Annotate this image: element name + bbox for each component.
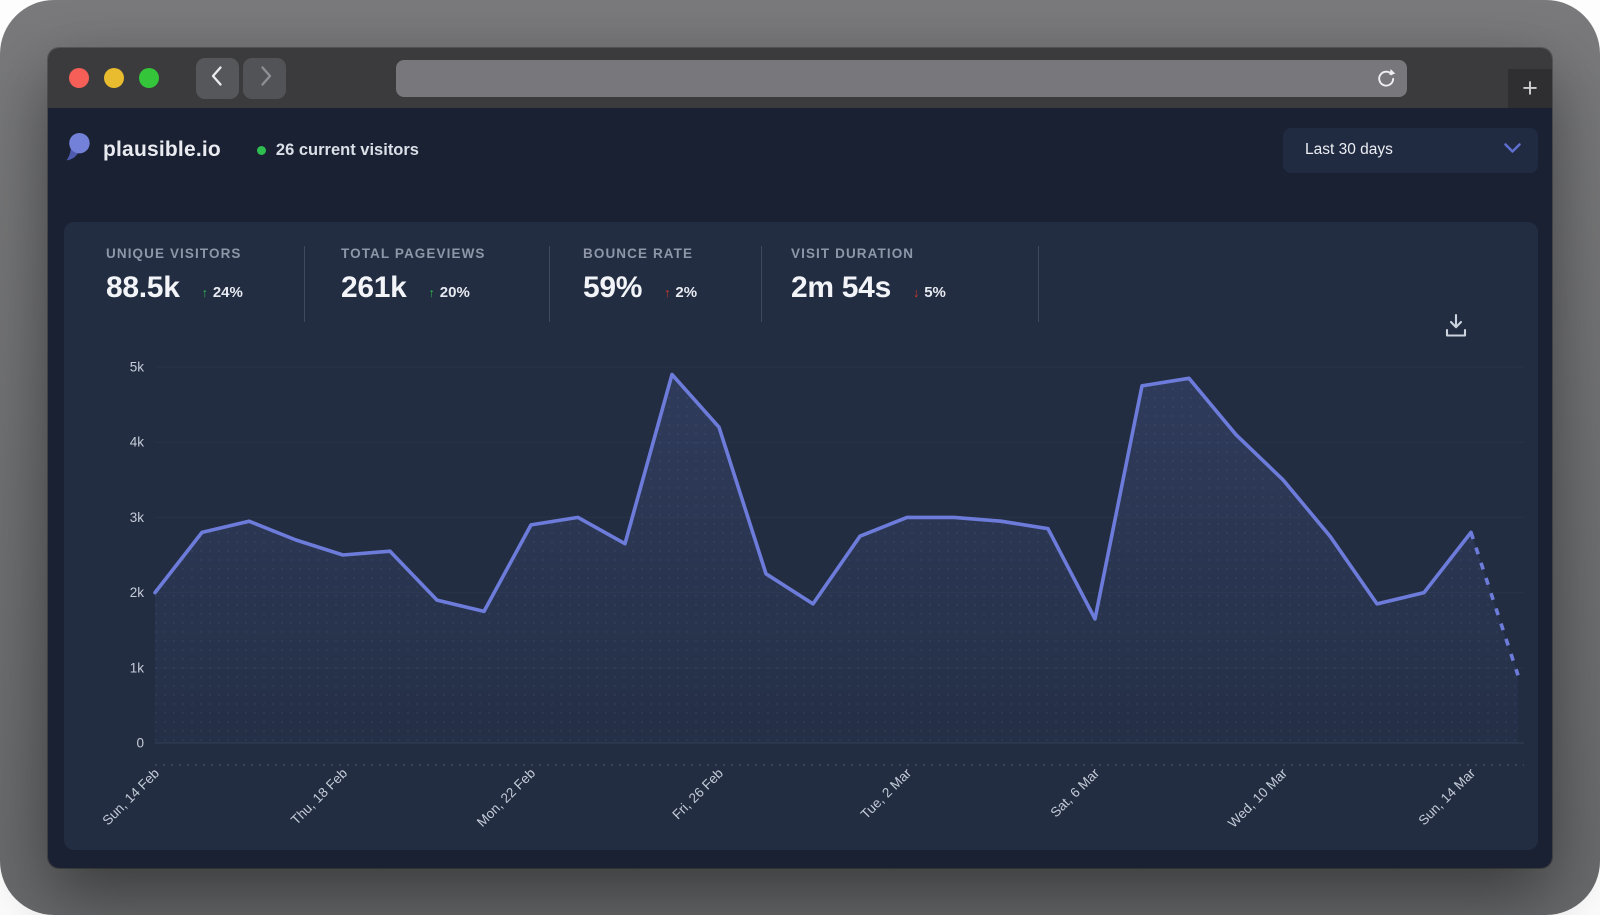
new-tab-button[interactable]: + (1508, 69, 1552, 108)
svg-text:Sun, 14 Feb: Sun, 14 Feb (99, 766, 162, 829)
stat-unique-visitors[interactable]: UNIQUE VISITORS 88.5k ↑24% (106, 246, 304, 322)
back-button[interactable] (196, 58, 239, 99)
stat-value: 59% (583, 271, 642, 305)
stat-divider (1038, 246, 1039, 322)
close-window-button[interactable] (69, 68, 89, 88)
plausible-logo-icon (64, 132, 91, 168)
chevron-right-icon (254, 64, 276, 93)
svg-text:3k: 3k (130, 510, 145, 525)
download-icon (1444, 326, 1468, 343)
down-arrow-icon: ↓ (913, 286, 919, 300)
dashboard-page: plausible.io 26 current visitors Last 30… (48, 108, 1552, 868)
browser-window: + plausible.io 26 current visitors (48, 48, 1552, 868)
svg-text:5k: 5k (130, 360, 145, 375)
up-arrow-icon: ↑ (664, 286, 670, 300)
current-visitors[interactable]: 26 current visitors (257, 141, 419, 160)
svg-text:Sat, 6 Mar: Sat, 6 Mar (1047, 765, 1102, 820)
stat-delta: ↓5% (913, 284, 946, 301)
visitors-chart: 5k 4k 3k 2k 1k 0 Sun, 14 Feb Thu, 18 Feb Mon, 22… (64, 342, 1538, 850)
export-download-button[interactable] (1444, 312, 1468, 344)
stat-delta: ↑24% (202, 284, 243, 301)
current-visitors-label: 26 current visitors (276, 141, 419, 160)
site-name: plausible.io (103, 138, 221, 162)
chevron-down-icon (1504, 141, 1521, 159)
stat-total-pageviews[interactable]: TOTAL PAGEVIEWS 261k ↑20% (305, 246, 549, 322)
visitors-chart-svg: 5k 4k 3k 2k 1k 0 Sun, 14 Feb Thu, 18 Feb Mon, 22… (64, 342, 1538, 850)
stat-label: BOUNCE RATE (583, 246, 761, 261)
address-bar[interactable] (396, 60, 1407, 97)
dashboard-header: plausible.io 26 current visitors Last 30… (48, 108, 1552, 192)
svg-text:Fri, 26 Feb: Fri, 26 Feb (669, 766, 726, 823)
up-arrow-icon: ↑ (202, 286, 208, 300)
stat-value: 2m 54s (791, 271, 891, 305)
forward-button[interactable] (243, 58, 286, 99)
svg-text:0: 0 (136, 736, 144, 751)
stat-label: TOTAL PAGEVIEWS (341, 246, 549, 261)
desktop-background: + plausible.io 26 current visitors (0, 0, 1600, 915)
svg-text:Thu, 18 Feb: Thu, 18 Feb (288, 766, 350, 828)
date-range-value: Last 30 days (1305, 141, 1393, 159)
chevron-left-icon (207, 64, 229, 93)
stat-visit-duration[interactable]: VISIT DURATION 2m 54s ↓5% (762, 246, 1038, 322)
stat-label: UNIQUE VISITORS (106, 246, 304, 261)
svg-text:Mon, 22 Feb: Mon, 22 Feb (474, 766, 538, 830)
window-controls (69, 68, 159, 88)
browser-toolbar: + (48, 48, 1552, 108)
stats-row: UNIQUE VISITORS 88.5k ↑24% TOTAL PAGEVIE… (106, 246, 1039, 322)
stat-value: 261k (341, 271, 407, 305)
site-brand[interactable]: plausible.io (64, 132, 221, 168)
svg-text:Wed, 10 Mar: Wed, 10 Mar (1225, 765, 1290, 830)
svg-text:Tue, 2 Mar: Tue, 2 Mar (858, 765, 915, 822)
stat-value: 88.5k (106, 271, 180, 305)
svg-text:1k: 1k (130, 660, 145, 675)
svg-text:4k: 4k (130, 435, 145, 450)
stat-label: VISIT DURATION (791, 246, 1038, 261)
plus-icon: + (1522, 75, 1538, 102)
stat-delta: ↑2% (664, 284, 697, 301)
analytics-card: UNIQUE VISITORS 88.5k ↑24% TOTAL PAGEVIE… (64, 222, 1538, 850)
live-dot-icon (257, 146, 266, 155)
stat-delta: ↑20% (429, 284, 470, 301)
stat-bounce-rate[interactable]: BOUNCE RATE 59% ↑2% (550, 246, 761, 322)
svg-text:Sun, 14 Mar: Sun, 14 Mar (1416, 765, 1479, 828)
date-range-dropdown[interactable]: Last 30 days (1283, 128, 1538, 173)
zoom-window-button[interactable] (139, 68, 159, 88)
svg-text:2k: 2k (130, 585, 145, 600)
up-arrow-icon: ↑ (429, 286, 435, 300)
refresh-icon[interactable] (1375, 68, 1396, 94)
minimize-window-button[interactable] (104, 68, 124, 88)
